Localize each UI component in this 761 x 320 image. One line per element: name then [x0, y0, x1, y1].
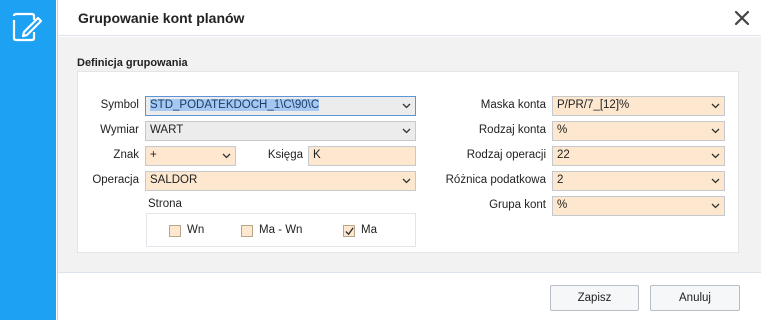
symbol-select[interactable]: STD_PODATEKDOCH_1\C\90\C — [145, 96, 416, 116]
rodzaj-operacji-label: Rodzaj operacji — [466, 149, 546, 161]
grupa-kont-select[interactable]: % — [552, 196, 725, 216]
operacja-value: SALDOR — [150, 174, 198, 186]
dialog-window: Grupowanie kont planów Definicja grupowa… — [57, 0, 761, 320]
ksiega-field[interactable]: K — [308, 146, 416, 166]
wymiar-value: WART — [150, 124, 184, 136]
operacja-label: Operacja — [92, 174, 139, 186]
wymiar-label: Wymiar — [100, 124, 139, 136]
roznica-podatkowa-select[interactable]: 2 — [552, 171, 725, 191]
dialog-title: Grupowanie kont planów — [78, 10, 245, 26]
chevron-down-icon — [711, 153, 720, 159]
ma-checkbox[interactable] — [343, 225, 355, 237]
dialog-footer: Zapisz Anuluj — [58, 272, 761, 320]
chevron-down-icon — [711, 103, 720, 109]
wymiar-select[interactable]: WART — [145, 121, 416, 141]
grupa-kont-value: % — [557, 199, 568, 211]
chevron-down-icon — [711, 178, 720, 184]
znak-label: Znak — [113, 149, 139, 161]
chevron-down-icon — [222, 153, 231, 159]
close-icon[interactable] — [731, 7, 753, 29]
rodzaj-operacji-value: 22 — [557, 149, 570, 161]
znak-value: + — [150, 149, 157, 161]
cancel-button[interactable]: Anuluj — [650, 285, 740, 311]
maska-konta-label: Maska konta — [480, 99, 546, 111]
chevron-down-icon — [402, 178, 411, 184]
ma-label: Ma — [361, 224, 377, 236]
roznica-podatkowa-value: 2 — [557, 174, 564, 186]
strona-label: Strona — [148, 198, 182, 210]
roznica-podatkowa-label: Różnica podatkowa — [445, 174, 546, 186]
wn-label: Wn — [187, 224, 205, 236]
chevron-down-icon — [402, 128, 411, 134]
wn-checkbox[interactable] — [169, 225, 181, 237]
chevron-down-icon — [711, 203, 720, 209]
chevron-down-icon — [402, 103, 411, 109]
chevron-down-icon — [711, 128, 720, 134]
strona-group: Wn Ma - Wn Ma — [146, 213, 416, 247]
group-panel: Symbol STD_PODATEKDOCH_1\C\90\C Wymiar W… — [77, 71, 739, 253]
ma-wn-label: Ma - Wn — [259, 224, 303, 236]
dialog-titlebar: Grupowanie kont planów — [58, 0, 761, 36]
rodzaj-konta-value: % — [557, 124, 568, 136]
maska-konta-select[interactable]: P/PR/7_[12]% — [552, 96, 725, 116]
znak-select[interactable]: + — [145, 146, 236, 166]
document-edit-icon — [12, 12, 43, 42]
rodzaj-konta-label: Rodzaj konta — [478, 124, 546, 136]
rodzaj-konta-select[interactable]: % — [552, 121, 725, 141]
ksiega-label: Księga — [267, 149, 303, 161]
symbol-value: STD_PODATEKDOCH_1\C\90\C — [150, 99, 320, 111]
checkmark-icon — [345, 227, 354, 236]
ma-wn-checkbox[interactable] — [241, 225, 253, 237]
save-button[interactable]: Zapisz — [550, 285, 639, 311]
group-legend: Definicja grupowania — [77, 57, 188, 69]
app-sidebar — [0, 0, 56, 320]
operacja-select[interactable]: SALDOR — [145, 171, 416, 191]
symbol-label: Symbol — [100, 99, 139, 111]
grupa-kont-label: Grupa kont — [489, 199, 546, 211]
dialog-body: Definicja grupowania Symbol STD_PODATEKD… — [58, 37, 761, 272]
ksiega-value: K — [313, 149, 321, 161]
rodzaj-operacji-select[interactable]: 22 — [552, 146, 725, 166]
maska-konta-value: P/PR/7_[12]% — [557, 99, 630, 111]
